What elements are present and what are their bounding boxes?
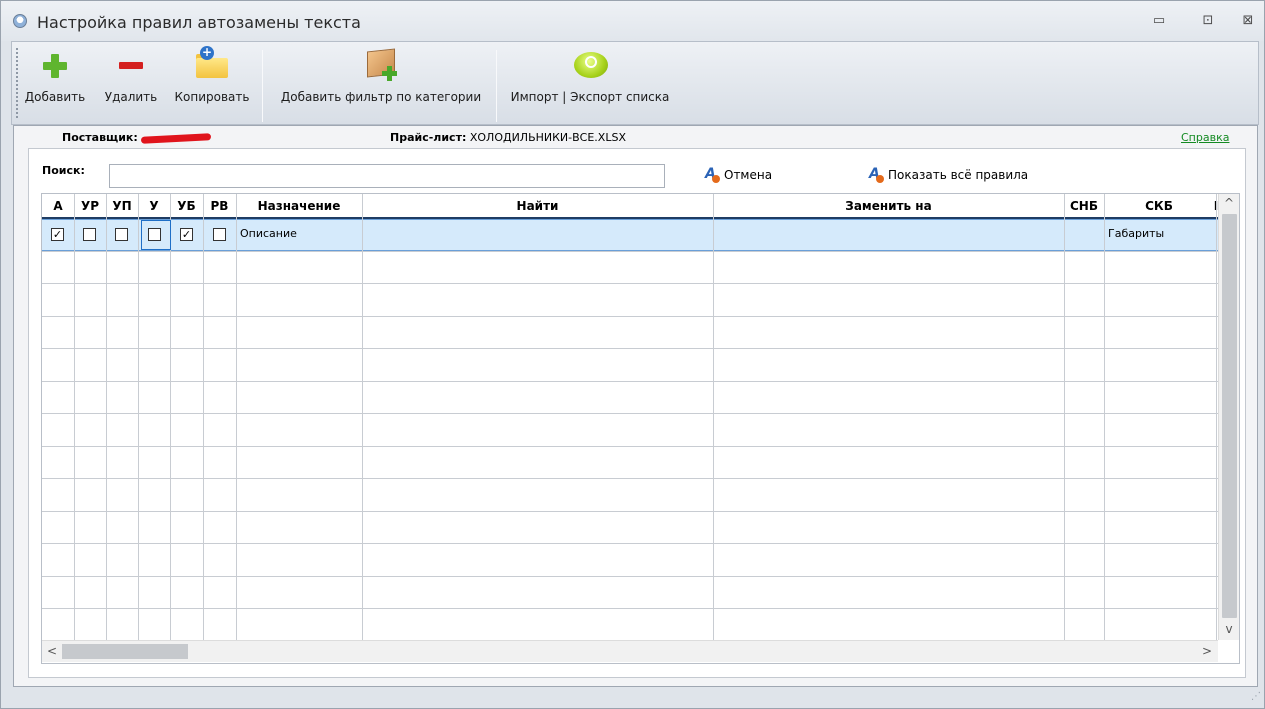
focused-cell[interactable] [141, 220, 171, 250]
title-bar: Настройка правил автозамены текста ▭ ⊡ ⊠ [1, 1, 1264, 41]
delete-button-label: Удалить [104, 90, 158, 104]
add-button-label: Добавить [24, 90, 86, 104]
redacted-supplier-mark [141, 132, 212, 144]
toolbar-separator [496, 50, 497, 122]
column-header-skb[interactable]: СКБ [1104, 194, 1214, 218]
show-all-rules-button[interactable]: A Показать всё правила [869, 166, 1029, 183]
supplier-info: Поставщик: [62, 131, 212, 144]
toolbar-grip[interactable] [16, 48, 18, 118]
column-header-ur[interactable]: УР [74, 194, 106, 218]
column-header-purpose[interactable]: Назначение [236, 194, 362, 218]
search-input[interactable] [109, 164, 665, 188]
horizontal-scrollbar[interactable]: < > [42, 640, 1218, 662]
checkbox-a[interactable]: ✓ [51, 228, 64, 241]
import-export-icon [570, 46, 610, 86]
autoreplace-settings-window: Настройка правил автозамены текста ▭ ⊡ ⊠… [0, 0, 1265, 709]
window-title: Настройка правил автозамены текста [37, 13, 361, 32]
pricelist-info: Прайс-лист: ХОЛОДИЛЬНИКИ-ВСЕ.XLSX [390, 131, 626, 144]
column-header-snb[interactable]: СНБ [1064, 194, 1104, 218]
filter-cancel-icon: A [705, 166, 721, 183]
add-category-filter-label: Добавить фильтр по категории [280, 90, 482, 104]
header-divider [42, 217, 1218, 219]
vertical-scroll-thumb[interactable] [1222, 214, 1237, 618]
pricelist-label: Прайс-лист: [390, 131, 467, 144]
import-export-label: Импорт | Экспорт списка [510, 90, 670, 104]
horizontal-scroll-thumb[interactable] [62, 644, 188, 659]
add-button[interactable]: Добавить [20, 46, 90, 116]
rules-grid: А УР УП У УБ РВ Назначение Найти Заменит… [41, 193, 1240, 664]
scroll-left-arrow-icon[interactable]: < [44, 644, 60, 658]
column-header-rv[interactable]: РВ [203, 194, 236, 218]
column-header-ub[interactable]: УБ [170, 194, 203, 218]
add-category-filter-button[interactable]: Добавить фильтр по категории [270, 46, 492, 116]
toolbar-separator [262, 50, 263, 122]
column-header-replace[interactable]: Заменить на [713, 194, 1064, 218]
pricelist-value: ХОЛОДИЛЬНИКИ-ВСЕ.XLSX [469, 131, 626, 144]
column-header-up[interactable]: УП [106, 194, 138, 218]
show-all-label: Показать всё правила [888, 168, 1029, 182]
column-header-a[interactable]: А [42, 194, 74, 218]
supplier-label: Поставщик: [62, 131, 138, 144]
search-label: Поиск: [42, 164, 85, 177]
checkbox-up[interactable] [115, 228, 128, 241]
cell-skb[interactable]: Габариты [1108, 227, 1164, 240]
help-link[interactable]: Справка [1181, 131, 1229, 144]
resize-grip-icon[interactable]: ⋰ [1251, 691, 1261, 702]
ribbon-toolbar: Добавить Удалить + Копировать Добавить ф… [11, 41, 1259, 125]
scroll-right-arrow-icon[interactable]: > [1199, 644, 1215, 658]
maximize-button[interactable]: ⊡ [1197, 11, 1219, 31]
copy-button[interactable]: + Копировать [170, 46, 254, 116]
vertical-scrollbar[interactable]: ^ v [1218, 194, 1239, 640]
rules-container: Поиск: A Отмена A Показать всё правила А… [28, 148, 1246, 678]
scroll-up-arrow-icon[interactable]: ^ [1221, 196, 1237, 210]
copy-button-label: Копировать [174, 90, 250, 104]
column-header-find[interactable]: Найти [362, 194, 713, 218]
column-header-u[interactable]: У [138, 194, 170, 218]
close-button[interactable]: ⊠ [1237, 11, 1259, 31]
delete-button[interactable]: Удалить [96, 46, 166, 116]
checkbox-ub[interactable]: ✓ [180, 228, 193, 241]
minimize-button[interactable]: ▭ [1148, 11, 1170, 31]
filter-show-all-icon: A [869, 166, 885, 183]
folder-copy-icon: + [192, 46, 232, 86]
checkbox-ur[interactable] [83, 228, 96, 241]
scroll-down-arrow-icon[interactable]: v [1221, 622, 1237, 636]
app-icon [13, 14, 27, 28]
cancel-label: Отмена [724, 168, 773, 182]
cancel-button[interactable]: A Отмена [705, 166, 773, 183]
cell-purpose[interactable]: Описание [240, 227, 297, 240]
plus-icon [35, 46, 75, 86]
main-panel: Поставщик: Прайс-лист: ХОЛОДИЛЬНИКИ-ВСЕ.… [13, 125, 1258, 687]
minus-icon [111, 46, 151, 86]
checkbox-rv[interactable] [213, 228, 226, 241]
box-add-icon [361, 46, 401, 86]
import-export-button[interactable]: Импорт | Экспорт списка [504, 46, 676, 116]
